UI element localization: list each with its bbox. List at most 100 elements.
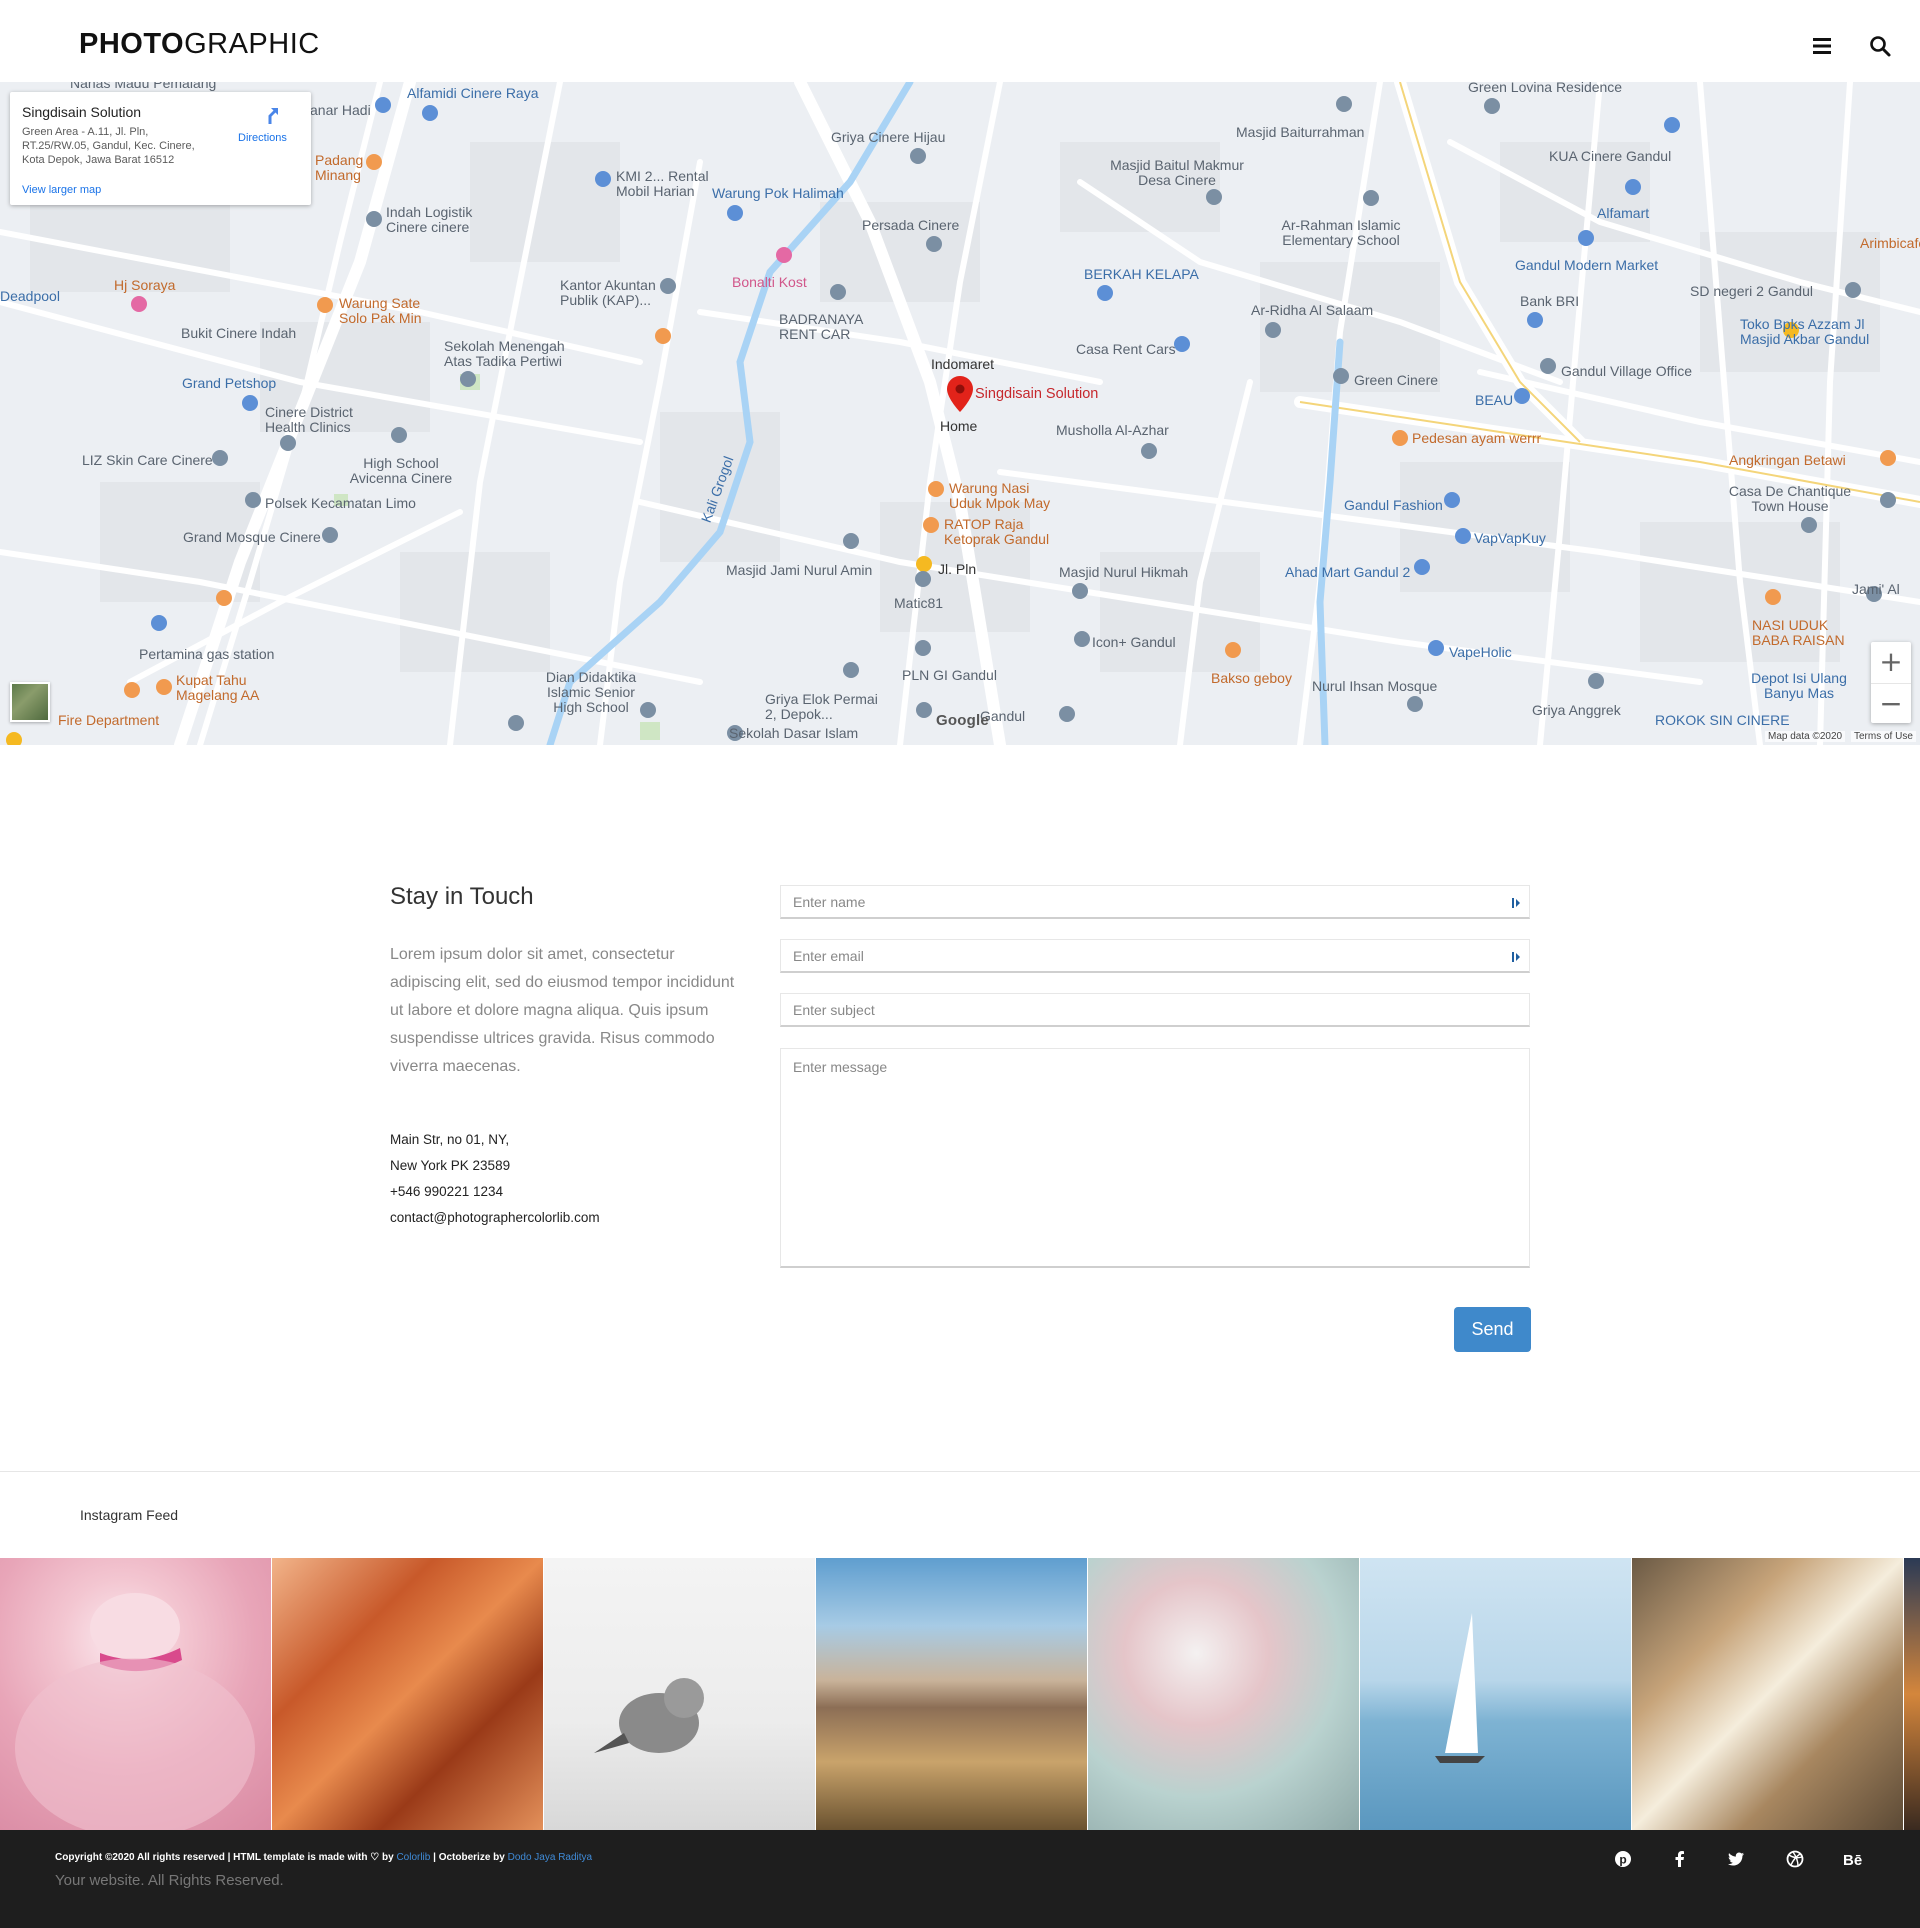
instagram-photo-next[interactable] (1904, 1558, 1920, 1830)
instagram-photo-canyon[interactable] (272, 1558, 543, 1830)
place-pin-icon[interactable] (508, 715, 524, 731)
zoom-in-button[interactable]: + (1871, 642, 1911, 682)
view-larger-map-link[interactable]: View larger map (22, 184, 101, 196)
place-pin-icon[interactable] (1588, 673, 1604, 689)
autofill-icon[interactable] (1509, 950, 1523, 964)
email-input[interactable] (781, 940, 1529, 971)
place-pin-icon[interactable] (1801, 517, 1817, 533)
place-pin-icon[interactable] (1074, 631, 1090, 647)
instagram-photo-sailboat[interactable] (1360, 1558, 1631, 1830)
shop-pin-icon[interactable] (1527, 312, 1543, 328)
instagram-photo-flamingo[interactable] (0, 1558, 271, 1830)
shop-pin-icon[interactable] (1097, 285, 1113, 301)
mosque-pin-icon[interactable] (1407, 696, 1423, 712)
restaurant-pin-icon[interactable] (1880, 450, 1896, 466)
restaurant-pin-icon[interactable] (655, 328, 671, 344)
school-pin-icon[interactable] (460, 371, 476, 387)
shop-pin-icon[interactable] (1455, 528, 1471, 544)
colorlib-link[interactable]: Colorlib (396, 1852, 430, 1863)
shop-pin-icon[interactable] (1514, 388, 1530, 404)
autofill-icon[interactable] (1509, 896, 1523, 910)
lodging-pin-icon[interactable] (776, 247, 792, 263)
behance-icon[interactable]: Bē (1843, 1850, 1865, 1872)
twitter-icon[interactable] (1725, 1850, 1747, 1872)
directions-link[interactable]: Directions (238, 132, 287, 144)
location-marker-icon[interactable] (947, 376, 973, 412)
clinic-pin-icon[interactable] (280, 435, 296, 451)
restaurant-pin-icon[interactable] (928, 481, 944, 497)
pinterest-icon[interactable]: p (1612, 1850, 1634, 1872)
place-pin-icon[interactable] (1206, 189, 1222, 205)
shop-pin-icon[interactable] (1174, 336, 1190, 352)
shop-pin-icon[interactable] (375, 97, 391, 113)
restaurant-pin-icon[interactable] (1392, 430, 1408, 446)
map-label: Jami' Al (1852, 581, 1900, 597)
zoom-out-button[interactable]: − (1871, 683, 1911, 723)
place-pin-icon[interactable] (212, 450, 228, 466)
mosque-pin-icon[interactable] (1072, 583, 1088, 599)
place-pin-icon[interactable] (926, 236, 942, 252)
shop-pin-icon[interactable] (1414, 559, 1430, 575)
place-pin-icon[interactable] (1333, 368, 1349, 384)
gas-pin-icon[interactable] (151, 615, 167, 631)
restaurant-pin-icon[interactable] (317, 297, 333, 313)
featured-pin-icon[interactable] (916, 556, 932, 572)
mosque-pin-icon[interactable] (843, 533, 859, 549)
place-pin-icon[interactable] (915, 640, 931, 656)
place-pin-icon[interactable] (915, 571, 931, 587)
place-pin-icon[interactable] (910, 148, 926, 164)
restaurant-pin-icon[interactable] (1225, 642, 1241, 658)
hospital-pin-icon[interactable] (131, 296, 147, 312)
search-icon[interactable] (1868, 34, 1892, 58)
mosque-pin-icon[interactable] (322, 527, 338, 543)
place-pin-icon[interactable] (1265, 322, 1281, 338)
email-address[interactable]: contact@photographercolorlib.com (390, 1210, 600, 1225)
school-pin-icon[interactable] (1363, 190, 1379, 206)
shop-pin-icon[interactable] (422, 105, 438, 121)
place-pin-icon[interactable] (830, 284, 846, 300)
police-pin-icon[interactable] (245, 492, 261, 508)
send-button[interactable]: Send (1454, 1307, 1531, 1352)
shop-pin-icon[interactable] (1444, 492, 1460, 508)
shop-pin-icon[interactable] (595, 171, 611, 187)
instagram-photo-desert[interactable] (816, 1558, 1087, 1830)
shop-pin-icon[interactable] (1625, 179, 1641, 195)
message-textarea[interactable] (781, 1049, 1529, 1266)
place-pin-icon[interactable] (1540, 358, 1556, 374)
shop-pin-icon[interactable] (1664, 117, 1680, 133)
google-map[interactable]: Nanas Madu Pemalang Alfamidi Cinere Raya… (0, 82, 1920, 745)
name-input[interactable] (781, 886, 1529, 917)
place-pin-icon[interactable] (1059, 706, 1075, 722)
featured-pin-icon[interactable] (6, 732, 22, 745)
instagram-photo-street[interactable] (1632, 1558, 1903, 1830)
mosque-pin-icon[interactable] (1141, 443, 1157, 459)
restaurant-pin-icon[interactable] (156, 679, 172, 695)
place-pin-icon[interactable] (1484, 98, 1500, 114)
place-pin-icon[interactable] (1880, 492, 1896, 508)
site-logo[interactable]: PHOTOGRAPHIC (79, 28, 320, 61)
school-pin-icon[interactable] (391, 427, 407, 443)
directions-icon[interactable] (260, 106, 280, 126)
author-link[interactable]: Dodo Jaya Raditya (508, 1852, 593, 1863)
fire-station-pin-icon[interactable] (124, 682, 140, 698)
restaurant-pin-icon[interactable] (216, 590, 232, 606)
subject-input[interactable] (781, 994, 1529, 1025)
restaurant-pin-icon[interactable] (923, 517, 939, 533)
shop-pin-icon[interactable] (1428, 640, 1444, 656)
facebook-icon[interactable] (1669, 1850, 1691, 1872)
menu-icon[interactable] (1810, 34, 1834, 58)
map-terms-link[interactable]: Terms of Use (1851, 731, 1916, 742)
place-pin-icon[interactable] (1845, 282, 1861, 298)
place-pin-icon[interactable] (1336, 96, 1352, 112)
shop-pin-icon[interactable] (727, 205, 743, 221)
shop-pin-icon[interactable] (1578, 230, 1594, 246)
instagram-photo-flower[interactable] (1088, 1558, 1359, 1830)
satellite-toggle[interactable] (10, 682, 50, 722)
place-pin-icon[interactable] (843, 662, 859, 678)
place-pin-icon[interactable] (916, 702, 932, 718)
instagram-photo-bird[interactable] (544, 1558, 815, 1830)
shop-pin-icon[interactable] (242, 395, 258, 411)
restaurant-pin-icon[interactable] (1765, 589, 1781, 605)
dribbble-icon[interactable] (1784, 1850, 1806, 1872)
place-pin-icon[interactable] (366, 211, 382, 227)
